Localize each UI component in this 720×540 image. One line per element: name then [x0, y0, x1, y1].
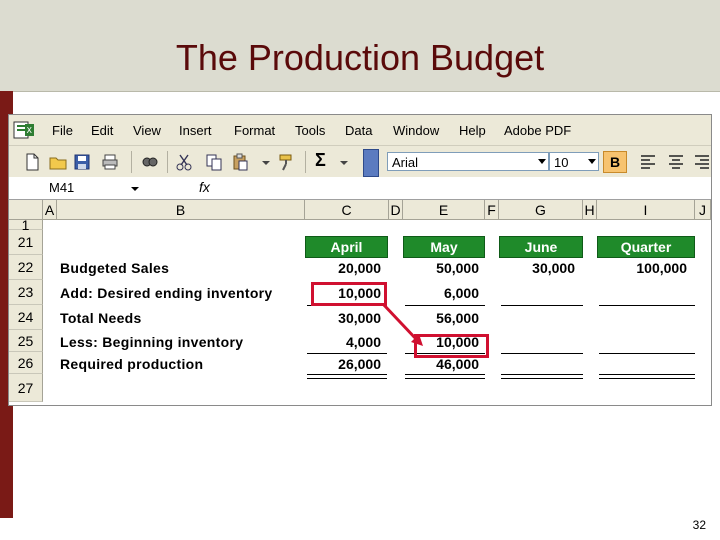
chevron-down-icon[interactable]: [588, 159, 596, 164]
toolbar-separator: [167, 151, 168, 173]
label-total-needs[interactable]: Total Needs: [60, 310, 142, 326]
slide-number: 32: [692, 518, 706, 532]
double-underline-quarter: [599, 374, 695, 379]
format-painter-icon[interactable]: [277, 153, 295, 171]
underline-april: [307, 353, 387, 354]
formula-bar: M41 fx: [9, 177, 711, 200]
may-required-production[interactable]: 46,000: [403, 356, 479, 372]
header-april[interactable]: April: [305, 236, 388, 258]
menu-window[interactable]: Window: [393, 123, 439, 138]
new-document-icon[interactable]: [23, 153, 41, 171]
menu-view[interactable]: View: [133, 123, 161, 138]
excel-doc-icon[interactable]: X: [13, 121, 35, 139]
menu-help[interactable]: Help: [459, 123, 486, 138]
label-beginning-inventory[interactable]: Less: Beginning inventory: [60, 334, 243, 350]
cut-icon[interactable]: [175, 153, 193, 171]
column-header-f[interactable]: F: [485, 200, 499, 220]
label-budgeted-sales[interactable]: Budgeted Sales: [60, 260, 169, 276]
april-beginning-inventory[interactable]: 4,000: [305, 334, 381, 350]
underline-june: [501, 305, 583, 306]
align-left-icon[interactable]: [639, 153, 657, 171]
quarter-budgeted-sales[interactable]: 100,000: [597, 260, 687, 276]
april-total-needs[interactable]: 30,000: [305, 310, 381, 326]
svg-text:X: X: [27, 126, 33, 135]
april-required-production[interactable]: 26,000: [305, 356, 381, 372]
june-budgeted-sales[interactable]: 30,000: [499, 260, 575, 276]
bold-button[interactable]: B: [603, 151, 627, 173]
chevron-down-icon[interactable]: [538, 159, 546, 164]
toolbar-separator: [131, 151, 132, 173]
menu-bar: X File Edit View Insert Format Tools Dat…: [9, 115, 711, 146]
underline-june: [501, 353, 583, 354]
row-header-26[interactable]: 26: [9, 352, 43, 374]
font-name-value: Arial: [392, 155, 419, 170]
may-budgeted-sales[interactable]: 50,000: [403, 260, 479, 276]
column-header-h[interactable]: H: [583, 200, 597, 220]
row-header-21[interactable]: 21: [9, 230, 43, 255]
chevron-down-icon[interactable]: [335, 153, 353, 171]
chevron-down-icon[interactable]: [129, 184, 141, 194]
row-header-1[interactable]: 1: [9, 218, 43, 232]
column-header-j[interactable]: J: [695, 200, 711, 220]
autosum-icon[interactable]: Σ: [315, 150, 326, 171]
column-header-d[interactable]: D: [389, 200, 403, 220]
row-header-24[interactable]: 24: [9, 305, 43, 330]
excel-window: X File Edit View Insert Format Tools Dat…: [8, 114, 712, 406]
spreadsheet-grid: A B C D E F G H I J 1 21 22 23 24 25 26 …: [9, 200, 711, 405]
open-folder-icon[interactable]: [49, 153, 67, 171]
header-june[interactable]: June: [499, 236, 583, 258]
label-desired-ending-inventory[interactable]: Add: Desired ending inventory: [60, 285, 273, 301]
double-underline-june: [501, 374, 583, 379]
toolbar-separator: [305, 151, 306, 173]
copy-icon[interactable]: [205, 153, 223, 171]
column-header-i[interactable]: I: [597, 200, 695, 220]
double-underline-april: [307, 374, 387, 379]
function-icon[interactable]: fx: [199, 179, 210, 195]
row-header-25[interactable]: 25: [9, 330, 43, 352]
underline-quarter: [599, 305, 695, 306]
column-header-g[interactable]: G: [499, 200, 583, 220]
menu-data[interactable]: Data: [345, 123, 372, 138]
research-icon[interactable]: [141, 153, 159, 171]
menu-tools[interactable]: Tools: [295, 123, 325, 138]
column-header-b[interactable]: B: [57, 200, 305, 220]
font-name-select[interactable]: Arial: [387, 152, 549, 171]
underline-quarter: [599, 353, 695, 354]
header-quarter[interactable]: Quarter: [597, 236, 695, 258]
row-header-27[interactable]: 27: [9, 374, 43, 402]
row-header-22[interactable]: 22: [9, 255, 43, 280]
may-desired-ending-inventory[interactable]: 6,000: [403, 285, 479, 301]
save-icon[interactable]: [73, 153, 91, 171]
slide-title: The Production Budget: [175, 37, 545, 78]
print-icon[interactable]: [101, 153, 119, 171]
label-required-production[interactable]: Required production: [60, 356, 203, 372]
paste-icon[interactable]: [231, 153, 249, 171]
chevron-down-icon[interactable]: [257, 153, 275, 171]
standard-toolbar: Σ Arial 10 B: [9, 146, 711, 178]
align-center-icon[interactable]: [667, 153, 685, 171]
highlight-april-ending-inventory: [311, 282, 387, 306]
menu-insert[interactable]: Insert: [179, 123, 212, 138]
font-size-value: 10: [554, 155, 569, 170]
menu-adobe-pdf[interactable]: Adobe PDF: [504, 123, 571, 138]
column-header-c[interactable]: C: [305, 200, 389, 220]
name-box[interactable]: M41: [9, 177, 127, 199]
arrow-icon: [381, 302, 423, 346]
april-budgeted-sales[interactable]: 20,000: [305, 260, 381, 276]
column-header-e[interactable]: E: [403, 200, 485, 220]
header-may[interactable]: May: [403, 236, 485, 258]
toolbar-options-icon[interactable]: [363, 149, 379, 177]
menu-edit[interactable]: Edit: [91, 123, 113, 138]
double-underline-may: [405, 374, 485, 379]
menu-file[interactable]: File: [52, 123, 73, 138]
menu-format[interactable]: Format: [234, 123, 275, 138]
column-header-a[interactable]: A: [43, 200, 57, 220]
row-header-23[interactable]: 23: [9, 280, 43, 305]
font-size-select[interactable]: 10: [549, 152, 599, 171]
align-right-icon[interactable]: [693, 153, 711, 171]
